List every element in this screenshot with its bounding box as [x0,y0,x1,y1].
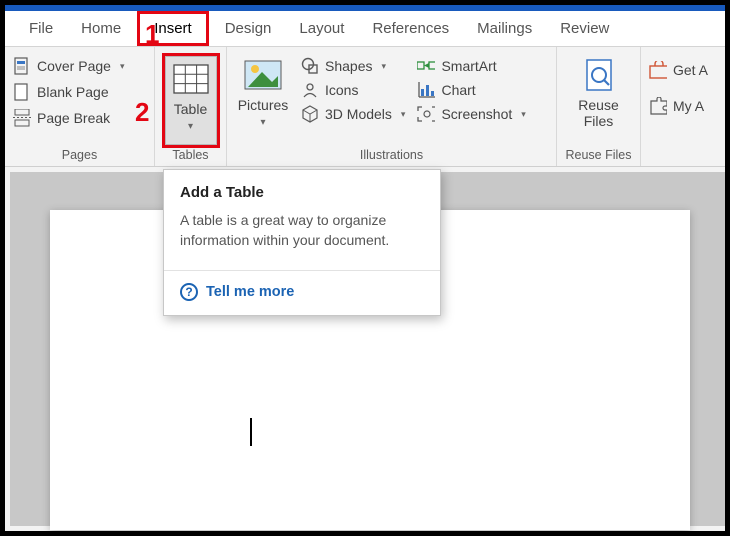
get-addins-label: Get A [673,62,708,78]
text-cursor [250,418,252,446]
icons-label: Icons [325,82,358,98]
reuse-files-button[interactable]: Reuse Files [569,53,629,148]
smartart-button[interactable]: SmartArt [417,57,525,75]
chart-icon [417,81,435,99]
screenshot-icon [417,105,435,123]
store-icon [649,61,667,79]
tooltip-body: A table is a great way to organize infor… [180,211,424,250]
3d-models-button[interactable]: 3D Models ▾ [301,105,411,123]
shapes-button[interactable]: Shapes ▾ [301,57,411,75]
puzzle-icon [649,97,667,115]
blank-page-icon [13,83,31,101]
icons-icon [301,81,319,99]
shapes-icon [301,57,319,75]
tab-home[interactable]: Home [67,14,135,43]
pictures-icon [243,57,283,93]
group-addins-truncated: Get A My A [641,47,708,166]
reuse-files-icon [579,57,619,93]
my-addins-label: My A [673,98,704,114]
pictures-button[interactable]: Pictures ▾ [231,53,295,148]
get-addins-button[interactable]: Get A [649,61,708,79]
chevron-down-icon: ▾ [260,117,265,128]
help-icon: ? [180,283,198,301]
tab-review[interactable]: Review [546,14,623,43]
chevron-down-icon: ▾ [381,61,386,72]
smartart-icon [417,57,435,75]
page-break-button[interactable]: Page Break [13,109,124,127]
group-pages-label: Pages [9,148,150,164]
tooltip-title: Add a Table [180,184,424,201]
chevron-down-icon: ▾ [401,109,406,120]
3d-models-label: 3D Models [325,106,392,122]
group-reuse-files-label: Reuse Files [561,148,636,164]
blank-page-label: Blank Page [37,84,109,100]
cover-page-button[interactable]: Cover Page ▾ [13,57,124,75]
tab-insert[interactable]: Insert [137,11,209,46]
group-tables-label: Tables [159,148,222,164]
my-addins-button[interactable]: My A [649,97,708,115]
table-label: Table [174,101,207,117]
ribbon-tabs: File Home Insert Design Layout Reference… [5,11,725,47]
page-break-label: Page Break [37,110,110,126]
tab-file[interactable]: File [15,14,67,43]
tab-mailings[interactable]: Mailings [463,14,546,43]
group-pages: Cover Page ▾ Blank Page Page Break [5,47,155,166]
tooltip-add-table: Add a Table A table is a great way to or… [163,169,441,316]
tab-design[interactable]: Design [211,14,286,43]
chart-button[interactable]: Chart [417,81,525,99]
chevron-down-icon: ▾ [521,109,526,120]
tab-references[interactable]: References [358,14,463,43]
cover-page-label: Cover Page [37,58,111,74]
shapes-label: Shapes [325,58,372,74]
blank-page-button[interactable]: Blank Page [13,83,124,101]
tab-layout[interactable]: Layout [285,14,358,43]
screenshot-label: Screenshot [441,106,512,122]
page-break-icon [13,109,31,127]
group-illustrations-label: Illustrations [231,148,552,164]
group-illustrations: Pictures ▾ Shapes ▾ I [227,47,557,166]
icons-button[interactable]: Icons [301,81,411,99]
pictures-label: Pictures [238,97,289,113]
group-tables: Table ▾ Tables [155,47,227,166]
chart-label: Chart [441,82,475,98]
cover-page-icon [13,57,31,75]
group-reuse-files: Reuse Files Reuse Files [557,47,641,166]
chevron-down-icon: ▾ [120,61,125,72]
table-icon [171,61,211,97]
tell-me-more-link[interactable]: ? Tell me more [164,271,440,315]
chevron-down-icon: ▾ [188,121,193,132]
smartart-label: SmartArt [441,58,496,74]
reuse-files-label: Reuse Files [578,97,618,129]
ribbon-insert: Cover Page ▾ Blank Page Page Break [5,47,725,167]
cube-icon [301,105,319,123]
table-button[interactable]: Table ▾ [165,56,217,145]
screenshot-button[interactable]: Screenshot ▾ [417,105,525,123]
tell-me-more-label: Tell me more [206,284,294,300]
